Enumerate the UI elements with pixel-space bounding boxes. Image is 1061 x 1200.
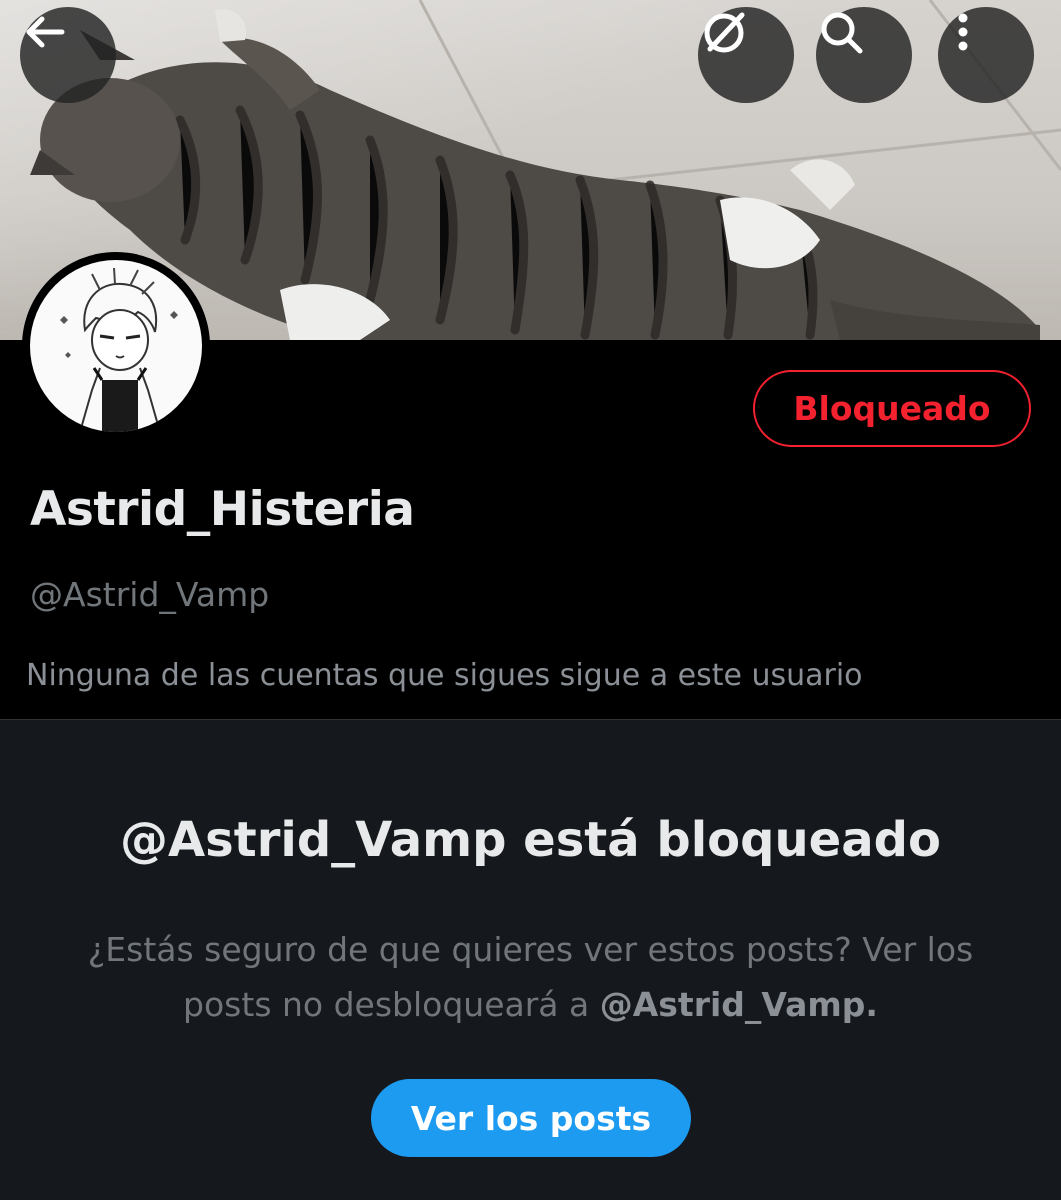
back-button[interactable] — [20, 7, 116, 103]
profile-page: Bloqueado Astrid_Histeria @Astrid_Vamp N… — [0, 0, 1061, 1200]
followers-you-know-note: Ninguna de las cuentas que sigues sigue … — [26, 658, 863, 693]
profile-handle: @Astrid_Vamp — [30, 575, 270, 614]
profile-display-name: Astrid_Histeria — [30, 482, 415, 537]
grok-icon — [704, 12, 745, 53]
avatar-image — [30, 260, 202, 432]
search-icon — [821, 12, 863, 54]
blocked-button[interactable]: Bloqueado — [753, 370, 1031, 447]
header-divider — [0, 719, 1061, 720]
more-vertical-icon — [958, 13, 968, 51]
blocked-notice-handle: @Astrid_Vamp. — [599, 985, 878, 1024]
more-options-button[interactable] — [938, 7, 1034, 103]
blocked-notice-body: ¿Estás seguro de que quieres ver estos p… — [60, 922, 1001, 1032]
arrow-left-icon — [26, 16, 65, 48]
grok-button[interactable] — [698, 7, 794, 103]
avatar[interactable] — [22, 252, 210, 440]
blocked-notice-title: @Astrid_Vamp está bloqueado — [120, 812, 941, 868]
search-button[interactable] — [816, 7, 912, 103]
view-posts-button[interactable]: Ver los posts — [371, 1079, 691, 1157]
